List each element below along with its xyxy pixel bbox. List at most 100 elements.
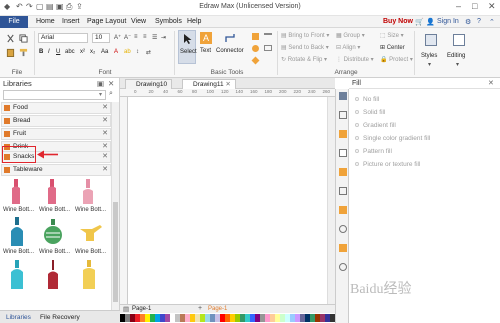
- format-painter-icon[interactable]: [19, 48, 28, 57]
- palette-swatch[interactable]: [260, 314, 265, 322]
- palette-swatch[interactable]: [175, 314, 180, 322]
- line-tool-icon[interactable]: [264, 33, 272, 35]
- file-menu[interactable]: File: [0, 16, 28, 28]
- fill-option-gradient[interactable]: Gradient fill: [355, 122, 396, 129]
- palette-swatch[interactable]: [320, 314, 325, 322]
- library-category-food[interactable]: Food ✕: [1, 102, 111, 114]
- page-tab[interactable]: Page-1: [132, 306, 151, 312]
- fill-option-single-gradient[interactable]: Single color gradient fill: [355, 135, 430, 142]
- minimize-icon[interactable]: –: [456, 1, 461, 11]
- library-category-tableware[interactable]: Tableware ✕: [1, 164, 111, 176]
- palette-swatch[interactable]: [120, 314, 125, 322]
- page-panel-icon[interactable]: [339, 168, 347, 176]
- group-button[interactable]: ▦ Group ▾: [336, 32, 365, 39]
- palette-swatch[interactable]: [290, 314, 295, 322]
- data-panel-icon[interactable]: [339, 225, 347, 233]
- center-button[interactable]: ⊞ Center: [380, 44, 405, 51]
- size-button[interactable]: ⬚ Size ▾: [380, 32, 404, 39]
- fill-option-solid[interactable]: Solid fill: [355, 109, 385, 116]
- wine-bottle-shape[interactable]: [81, 260, 97, 290]
- palette-swatch[interactable]: [135, 314, 140, 322]
- library-category-fruit[interactable]: Fruit ✕: [1, 128, 111, 140]
- menu-home[interactable]: Home: [36, 18, 55, 25]
- maximize-icon[interactable]: □: [472, 1, 477, 11]
- canvas-scrollbar[interactable]: [327, 97, 335, 304]
- search-icon[interactable]: ⌕: [109, 90, 113, 98]
- palette-swatch[interactable]: [190, 314, 195, 322]
- menu-insert[interactable]: Insert: [62, 18, 80, 25]
- paste-icon[interactable]: [6, 48, 15, 57]
- shadow-panel-icon[interactable]: [339, 130, 347, 138]
- close-icon[interactable]: ✕: [102, 129, 108, 139]
- library-search-input[interactable]: ▾: [3, 90, 106, 100]
- palette-swatch[interactable]: [235, 314, 240, 322]
- palette-swatch[interactable]: [305, 314, 310, 322]
- palette-swatch[interactable]: [130, 314, 135, 322]
- rectangle-shape-icon[interactable]: [252, 33, 259, 40]
- select-tool-button[interactable]: Select: [178, 30, 197, 64]
- close-icon[interactable]: ✕: [102, 152, 108, 162]
- editing-button[interactable]: Editing ▾: [446, 31, 472, 71]
- tab-libraries[interactable]: Libraries: [6, 314, 31, 321]
- font-size-select[interactable]: 10: [92, 33, 110, 43]
- circle-shape-icon[interactable]: [252, 45, 259, 52]
- menu-help[interactable]: Help: [187, 18, 201, 25]
- palette-swatch[interactable]: [165, 314, 170, 322]
- drawing-canvas[interactable]: [128, 97, 327, 304]
- wine-pourer-shape[interactable]: [78, 223, 104, 243]
- palette-swatch[interactable]: [265, 314, 270, 322]
- subscript-icon[interactable]: x₂: [90, 49, 95, 55]
- fill-option-no-fill[interactable]: No fill: [355, 96, 379, 103]
- palette-swatch[interactable]: [170, 314, 175, 322]
- palette-swatch[interactable]: [325, 314, 330, 322]
- close-icon[interactable]: ✕: [225, 81, 230, 88]
- close-icon[interactable]: ✕: [102, 103, 108, 113]
- palette-swatch[interactable]: [150, 314, 155, 322]
- close-icon[interactable]: ✕: [102, 165, 108, 175]
- palette-swatch[interactable]: [230, 314, 235, 322]
- grow-font-icon[interactable]: A⁺: [114, 34, 121, 41]
- wine-bottle-shape[interactable]: [45, 179, 59, 205]
- close-icon[interactable]: ✕: [488, 1, 496, 12]
- text-tool-button[interactable]: A Text: [198, 30, 214, 64]
- connector-tool-button[interactable]: Connector: [215, 30, 245, 64]
- pen-tool-icon[interactable]: [264, 45, 272, 51]
- palette-swatch[interactable]: [145, 314, 150, 322]
- note-panel-icon[interactable]: [339, 244, 347, 252]
- library-category-bread[interactable]: Bread ✕: [1, 115, 111, 127]
- protect-button[interactable]: 🔒 Protect ▾: [380, 56, 413, 63]
- palette-swatch[interactable]: [180, 314, 185, 322]
- close-icon[interactable]: ✕: [102, 116, 108, 126]
- cut-icon[interactable]: [6, 34, 15, 43]
- palette-swatch[interactable]: [300, 314, 305, 322]
- distribute-button[interactable]: ⋮ Distribute ▾: [336, 56, 374, 63]
- highlight-icon[interactable]: ab: [124, 49, 131, 55]
- align-center-icon[interactable]: ≡: [143, 34, 147, 40]
- underline-icon[interactable]: U: [56, 49, 60, 55]
- palette-swatch[interactable]: [155, 314, 160, 322]
- hyperlink-panel-icon[interactable]: [339, 206, 347, 214]
- bring-to-front-button[interactable]: ▤ Bring to Front ▾: [281, 32, 329, 39]
- menu-page-layout[interactable]: Page Layout: [87, 18, 126, 25]
- tab-drawing10[interactable]: Drawing10: [125, 79, 173, 89]
- fill-option-pattern[interactable]: Pattern fill: [355, 148, 392, 155]
- help-panel-icon[interactable]: [339, 263, 347, 271]
- palette-swatch[interactable]: [160, 314, 165, 322]
- line-panel-icon[interactable]: [339, 111, 347, 119]
- wine-bottle-shape[interactable]: [45, 260, 61, 290]
- tab-drawing11[interactable]: Drawing11 ✕: [182, 79, 236, 89]
- fill-option-picture[interactable]: Picture or texture fill: [355, 161, 420, 168]
- fill-panel-icon[interactable]: [339, 92, 347, 100]
- rotate-flip-button[interactable]: ↻ Rotate & Flip ▾: [281, 56, 327, 63]
- palette-swatch[interactable]: [195, 314, 200, 322]
- align-left-icon[interactable]: ≡: [134, 34, 138, 40]
- palette-swatch[interactable]: [205, 314, 210, 322]
- palette-swatch[interactable]: [210, 314, 215, 322]
- wine-bottle-shape[interactable]: [81, 179, 95, 205]
- palette-swatch[interactable]: [330, 314, 335, 322]
- case-icon[interactable]: Aa: [101, 49, 108, 55]
- collapse-ribbon-icon[interactable]: ⌃: [489, 18, 495, 26]
- wine-bottle-shape[interactable]: [9, 179, 23, 205]
- send-to-back-button[interactable]: ▤ Send to Back ▾: [281, 44, 329, 51]
- menu-view[interactable]: View: [131, 18, 146, 25]
